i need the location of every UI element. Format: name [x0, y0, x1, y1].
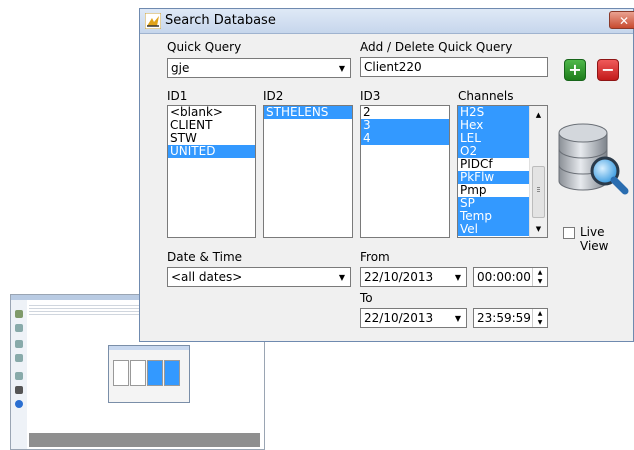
id3-list-item[interactable]: 2	[361, 106, 449, 119]
to-label: To	[360, 291, 373, 305]
spin-up-icon[interactable]: ▲	[533, 268, 547, 277]
chevron-down-icon: ▼	[449, 268, 466, 286]
id2-label: ID2	[263, 89, 284, 103]
thumbnail-icon	[15, 340, 23, 348]
chevron-down-icon: ▼	[333, 59, 350, 77]
thumbnail-icon	[15, 324, 23, 332]
to-date-value: 22/10/2013	[364, 311, 434, 325]
thumbnail-dialog	[108, 345, 190, 403]
live-view-label: Live View	[580, 225, 609, 253]
quick-query-value: gje	[171, 61, 190, 75]
close-icon: ✕	[619, 14, 630, 28]
app-logo-icon	[145, 13, 161, 29]
id3-list-item[interactable]: 3	[361, 119, 449, 132]
id1-listbox[interactable]: <blank> CLIENT STW UNITED	[167, 105, 256, 238]
quick-query-name-field[interactable]	[360, 57, 548, 77]
minus-icon: −	[601, 60, 615, 79]
plus-icon: +	[568, 60, 582, 79]
from-time-value: 00:00:00	[477, 270, 531, 284]
date-time-label: Date & Time	[167, 250, 243, 264]
id2-listbox[interactable]: STHELENS	[263, 105, 353, 238]
chevron-down-icon: ▼	[449, 309, 466, 327]
spin-down-icon[interactable]: ▼	[533, 277, 547, 286]
thumbnail-icon	[15, 310, 23, 318]
add-quick-query-button[interactable]: +	[564, 59, 586, 81]
close-button[interactable]: ✕	[609, 11, 634, 29]
to-date-picker[interactable]: 22/10/2013 ▼	[360, 308, 467, 328]
from-date-value: 22/10/2013	[364, 270, 434, 284]
date-time-dropdown[interactable]: <all dates> ▼	[167, 267, 351, 287]
search-database-dialog: Search Database ✕ Quick Query gje ▼ Add …	[139, 8, 634, 342]
spin-down-icon[interactable]: ▼	[533, 318, 547, 327]
database-search-icon	[558, 123, 629, 195]
chevron-down-icon: ▼	[333, 268, 350, 286]
thumbnail-footer	[29, 433, 260, 447]
channels-scrollbar[interactable]: ▲ ▼	[529, 106, 547, 237]
live-view-checkbox[interactable]	[563, 227, 575, 239]
id1-list-item[interactable]: UNITED	[168, 145, 255, 158]
quick-query-name-input[interactable]	[361, 58, 547, 76]
scroll-up-icon[interactable]: ▲	[530, 106, 547, 123]
delete-quick-query-button[interactable]: −	[597, 59, 619, 81]
id3-listbox[interactable]: 234	[360, 105, 450, 238]
id3-label: ID3	[360, 89, 381, 103]
channels-label: Channels	[458, 89, 514, 103]
date-time-value: <all dates>	[171, 270, 243, 284]
dialog-title: Search Database	[165, 13, 276, 28]
thumbnail-icon	[15, 372, 23, 380]
from-label: From	[360, 250, 390, 264]
thumbnail-info-icon	[15, 400, 23, 408]
id1-label: ID1	[167, 89, 188, 103]
from-date-picker[interactable]: 22/10/2013 ▼	[360, 267, 467, 287]
from-time-spinner[interactable]: 00:00:00 ▲ ▼	[473, 267, 548, 287]
thumbnail-icon	[15, 354, 23, 362]
spin-up-icon[interactable]: ▲	[533, 309, 547, 318]
thumbnail-icon	[15, 386, 23, 394]
channels-listbox[interactable]: H2S Hex LEL O2 PIDCf PkFlw Pmp SP Temp Vel ▲ ▼	[457, 105, 548, 238]
thumbnail-sidebar	[11, 300, 27, 449]
to-time-value: 23:59:59	[477, 311, 531, 325]
dialog-titlebar: Search Database ✕	[140, 9, 634, 34]
id2-list-item[interactable]: STHELENS	[264, 106, 352, 119]
scrollbar-thumb[interactable]	[532, 166, 545, 218]
scroll-down-icon[interactable]: ▼	[530, 220, 547, 237]
quick-query-label: Quick Query	[167, 40, 242, 54]
to-time-spinner[interactable]: 23:59:59 ▲ ▼	[473, 308, 548, 328]
quick-query-dropdown[interactable]: gje ▼	[167, 58, 351, 78]
id3-list-item[interactable]: 4	[361, 132, 449, 145]
add-delete-quick-query-label: Add / Delete Quick Query	[360, 40, 513, 54]
